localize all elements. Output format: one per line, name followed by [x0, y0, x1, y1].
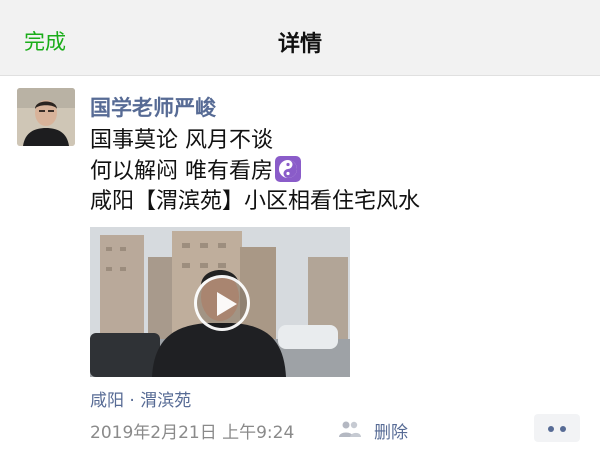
author-name[interactable]: 国学老师严峻: [90, 92, 216, 122]
post-line: 国事莫论 风月不谈: [90, 128, 273, 153]
post-line: 何以解闷 唯有看房: [90, 159, 273, 184]
dot-icon: [560, 426, 566, 432]
post-line-with-emoji: 何以解闷 唯有看房: [90, 156, 580, 187]
avatar-portrait: [17, 88, 75, 146]
friends-icon: [338, 420, 362, 438]
page-title: 详情: [277, 32, 322, 57]
dot-icon: [548, 426, 554, 432]
post-timestamp: 2019年2月21日 上午9:24: [90, 423, 295, 443]
more-options-button[interactable]: [534, 414, 580, 442]
post-line: 咸阳【渭滨苑】小区相看住宅风水: [90, 189, 421, 214]
location-link[interactable]: 咸阳 · 渭滨苑: [90, 386, 191, 411]
video-thumbnail[interactable]: [90, 227, 350, 377]
navigation-bar: 完成 详情: [0, 0, 600, 76]
play-icon[interactable]: [194, 275, 250, 331]
avatar[interactable]: [17, 88, 75, 146]
yin-yang-icon: [275, 156, 301, 182]
delete-button[interactable]: 删除: [374, 418, 408, 443]
post-content: 国事莫论 风月不谈 何以解闷 唯有看房 咸阳【渭滨苑】小区相看住宅风水: [90, 126, 580, 217]
